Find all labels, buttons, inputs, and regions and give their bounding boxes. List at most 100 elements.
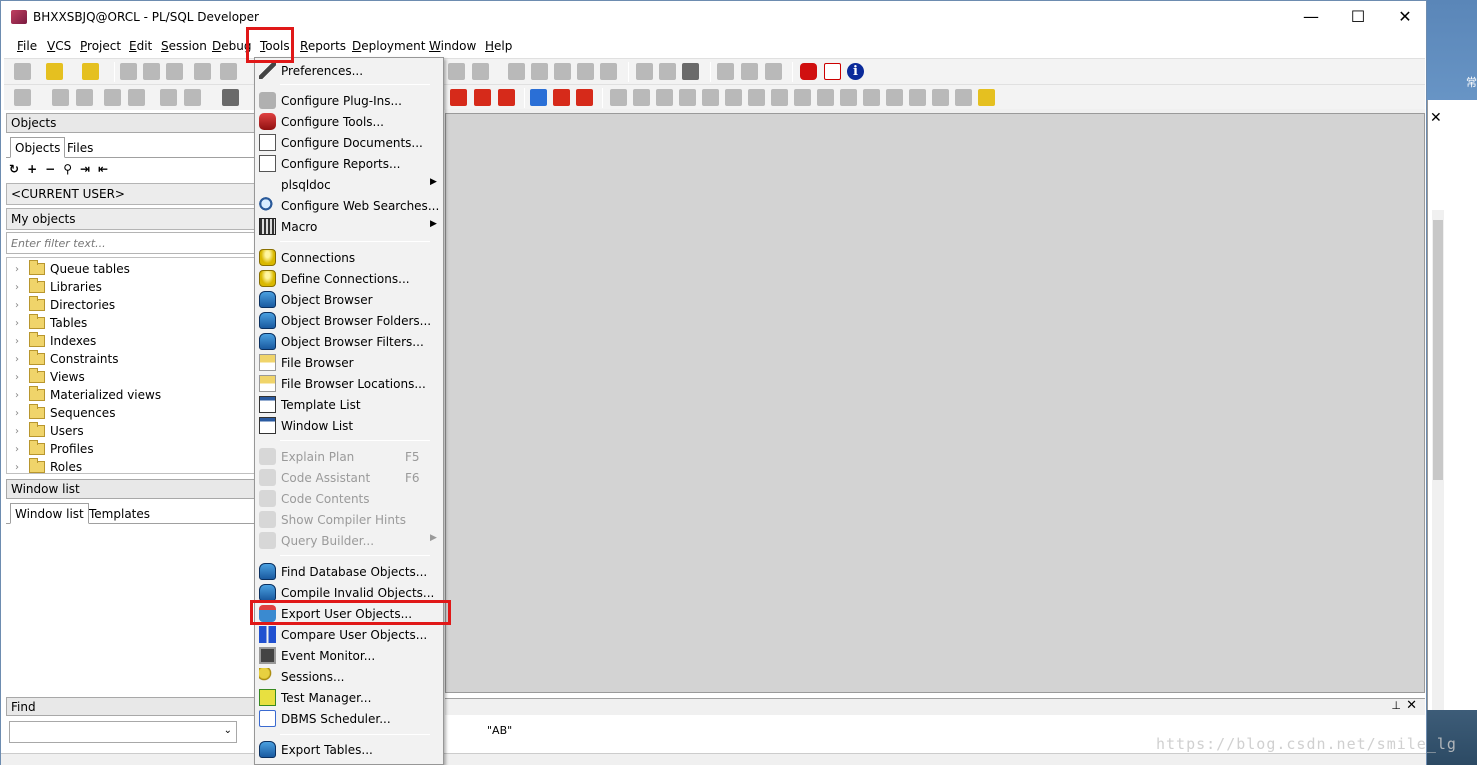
expand-icon[interactable]: › (15, 462, 25, 473)
step-7-icon[interactable] (748, 89, 765, 106)
db3-icon[interactable] (160, 89, 177, 106)
indent-icon[interactable] (531, 63, 548, 80)
tree-item[interactable]: › Sequences (15, 404, 115, 422)
find-option-label[interactable]: "AB" (487, 724, 512, 737)
unindent-icon[interactable] (554, 63, 571, 80)
tree-item[interactable]: › Indexes (15, 332, 96, 350)
rollback-icon[interactable] (474, 89, 491, 106)
tools-menu-item[interactable]: Connections (256, 247, 442, 268)
menu-edit[interactable]: Edit (129, 39, 152, 53)
gear-icon[interactable] (52, 89, 69, 106)
tools-menu-item[interactable]: Export Tables... (256, 739, 442, 760)
tab-files[interactable]: Files (62, 137, 98, 158)
tools-menu-item[interactable]: Preferences... (256, 60, 442, 81)
pdf-icon[interactable] (824, 63, 841, 80)
expand-icon[interactable]: › (15, 282, 25, 293)
redo-icon[interactable] (472, 63, 489, 80)
tools-menu-item[interactable]: Configure Web Searches... (256, 195, 442, 216)
tree-item[interactable]: › Queue tables (15, 260, 130, 278)
oracle-icon[interactable] (800, 63, 817, 80)
db2-icon[interactable] (128, 89, 145, 106)
tools-menu-item[interactable]: Sessions... (256, 666, 442, 687)
tools-menu-item[interactable]: Configure Reports... (256, 153, 442, 174)
step-6-icon[interactable] (725, 89, 742, 106)
scrollbar-thumb[interactable] (1433, 220, 1443, 480)
tree-item[interactable]: › Tables (15, 314, 87, 332)
tool-c-icon[interactable] (682, 63, 699, 80)
window-cascade-icon[interactable] (741, 63, 758, 80)
save-icon[interactable] (120, 63, 137, 80)
step-15-icon[interactable] (932, 89, 949, 106)
close-icon[interactable]: ✕ (1430, 110, 1442, 126)
tools-menu-item[interactable]: Event Monitor... (256, 645, 442, 666)
tools-menu-item[interactable]: Test Manager... (256, 687, 442, 708)
user-select[interactable]: <CURRENT USER> (6, 183, 256, 205)
tools-menu-item[interactable]: DBMS Scheduler... (256, 708, 442, 729)
tree-item[interactable]: › Libraries (15, 278, 102, 296)
arrow-right-blue-icon[interactable] (530, 89, 547, 106)
wand-icon[interactable] (76, 89, 93, 106)
tree-item[interactable]: › Constraints (15, 350, 118, 368)
tools-menu-item[interactable]: Define Connections... (256, 268, 442, 289)
remove-icon[interactable]: − (45, 162, 63, 176)
tab-templates[interactable]: Templates (84, 503, 155, 524)
open-recent-icon[interactable] (82, 63, 99, 80)
filter-input[interactable]: Enter filter text... (6, 232, 256, 254)
step-13-icon[interactable] (886, 89, 903, 106)
menu-help[interactable]: Help (485, 39, 512, 53)
title-bar[interactable]: BHXXSBJQ@ORCL - PL/SQL Developer — ☐ ✕ (1, 1, 1426, 33)
undo-icon[interactable] (448, 63, 465, 80)
open-icon[interactable] (46, 63, 63, 80)
expand-icon[interactable]: › (15, 354, 25, 365)
expand-icon[interactable]: › (15, 300, 25, 311)
tools-menu-item[interactable]: Object Browser Filters... (256, 331, 442, 352)
menu-deployment[interactable]: Deployment (352, 39, 425, 53)
tools-menu-item[interactable]: Object Browser Folders... (256, 310, 442, 331)
minimize-button[interactable]: — (1288, 5, 1334, 29)
tools-menu-item[interactable]: Macro ▶ (256, 216, 442, 237)
execute-icon[interactable] (222, 89, 239, 106)
new-icon[interactable] (14, 63, 31, 80)
expand-icon[interactable]: › (15, 264, 25, 275)
tools-menu-item[interactable]: File Browser (256, 352, 442, 373)
expand-icon[interactable]: › (15, 372, 25, 383)
step-1-icon[interactable] (610, 89, 627, 106)
sql-icon[interactable] (184, 89, 201, 106)
tree-item[interactable]: › Directories (15, 296, 115, 314)
window-arrange-icon[interactable] (765, 63, 782, 80)
expand-icon[interactable]: › (15, 318, 25, 329)
close-icon[interactable]: ✕ (1406, 698, 1417, 713)
binoculars-icon[interactable]: ⚲ (63, 162, 80, 176)
print-icon[interactable] (194, 63, 211, 80)
db-icon[interactable] (104, 89, 121, 106)
add-icon[interactable]: + (27, 162, 45, 176)
step-5-icon[interactable] (702, 89, 719, 106)
tree-item[interactable]: › Roles (15, 458, 82, 476)
filter-icon[interactable]: ⇥ (80, 162, 98, 176)
tools-menu-item[interactable]: Find Database Objects... (256, 561, 442, 582)
step-3-icon[interactable] (656, 89, 673, 106)
menu-reports[interactable]: Reports (300, 39, 346, 53)
step-11-icon[interactable] (840, 89, 857, 106)
uncomment-icon[interactable] (600, 63, 617, 80)
menu-file[interactable]: File (17, 39, 37, 53)
expand-icon[interactable]: › (15, 408, 25, 419)
chevron-down-icon[interactable]: ⌄ (224, 725, 232, 736)
tool-a-icon[interactable] (636, 63, 653, 80)
comment-icon[interactable] (577, 63, 594, 80)
maximize-button[interactable]: ☐ (1335, 5, 1381, 29)
tab-window-list[interactable]: Window list (10, 503, 89, 524)
find-icon[interactable] (508, 63, 525, 80)
tools-menu-item[interactable]: Window List (256, 415, 442, 436)
tools-menu-item[interactable]: Configure Tools... (256, 111, 442, 132)
tree-item[interactable]: › Materialized views (15, 386, 161, 404)
arrow-right-red-icon[interactable] (553, 89, 570, 106)
tree-item[interactable]: › Users (15, 422, 84, 440)
tab-objects[interactable]: Objects (10, 137, 66, 158)
tree-item[interactable]: › Views (15, 368, 85, 386)
save-all-icon[interactable] (166, 63, 183, 80)
refresh-icon[interactable]: ↻ (9, 162, 27, 176)
step-16-icon[interactable] (955, 89, 972, 106)
tools-menu-item[interactable]: Configure Documents... (256, 132, 442, 153)
menu-vcs[interactable]: VCS (47, 39, 71, 53)
